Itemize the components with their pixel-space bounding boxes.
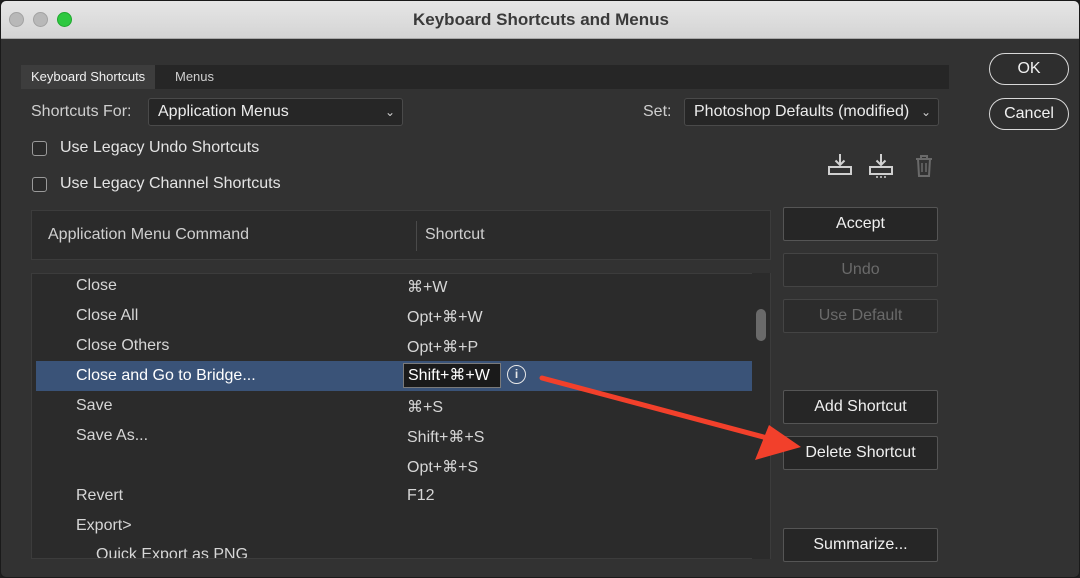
row-shortcut: Opt+⌘+P: [407, 339, 479, 356]
tab-keyboard-shortcuts[interactable]: Keyboard Shortcuts: [21, 65, 156, 89]
table-row[interactable]: Opt+⌘+S: [36, 451, 752, 481]
table-row[interactable]: Quick Export as PNG: [36, 540, 752, 559]
delete-shortcut-button[interactable]: Delete Shortcut: [783, 436, 938, 470]
set-value: Photoshop Defaults (modified): [694, 103, 910, 120]
shortcuts-for-select[interactable]: Application Menus ⌄: [148, 98, 403, 126]
window-title: Keyboard Shortcuts and Menus: [413, 10, 669, 29]
info-icon[interactable]: i: [507, 365, 526, 384]
undo-button[interactable]: Undo: [783, 253, 938, 287]
row-command: Export>: [76, 517, 132, 534]
row-shortcut: ⌘+S: [407, 399, 444, 416]
row-shortcut: Opt+⌘+S: [407, 459, 479, 476]
cancel-button[interactable]: Cancel: [989, 98, 1069, 130]
table-row-selected[interactable]: Close and Go to Bridge... Shift+⌘+W i: [36, 361, 752, 391]
row-command: Close All: [76, 307, 139, 324]
table-row[interactable]: Export>: [36, 511, 752, 541]
row-command: Close and Go to Bridge...: [76, 367, 256, 384]
scrollbar-thumb[interactable]: [756, 309, 766, 341]
list-scrollbar[interactable]: [752, 273, 770, 559]
table-row[interactable]: Revert F12: [36, 481, 752, 511]
set-select[interactable]: Photoshop Defaults (modified) ⌄: [684, 98, 939, 126]
row-shortcut: Opt+⌘+W: [407, 309, 483, 326]
table-row[interactable]: Close Others Opt+⌘+P: [36, 331, 752, 361]
dialog-window: Keyboard Shortcuts and Menus Keyboard Sh…: [0, 0, 1080, 578]
row-command: Save: [76, 397, 113, 414]
use-default-button[interactable]: Use Default: [783, 299, 938, 333]
legacy-undo-checkbox[interactable]: [32, 141, 47, 156]
accept-button[interactable]: Accept: [783, 207, 938, 241]
chevron-down-icon: ⌄: [920, 105, 931, 119]
shortcuts-for-label: Shortcuts For:: [31, 103, 132, 120]
shortcut-edit-field[interactable]: Shift+⌘+W: [403, 363, 501, 388]
summarize-button[interactable]: Summarize...: [783, 528, 938, 562]
save-set-icon[interactable]: [827, 152, 853, 178]
save-set-as-icon[interactable]: [868, 152, 894, 178]
table-row[interactable]: Close ⌘+W: [36, 274, 752, 301]
column-divider: [416, 221, 417, 251]
add-shortcut-button[interactable]: Add Shortcut: [783, 390, 938, 424]
table-row[interactable]: Close All Opt+⌘+W: [36, 301, 752, 331]
table-header: Application Menu Command Shortcut: [31, 210, 771, 260]
legacy-channel-checkbox[interactable]: [32, 177, 47, 192]
row-command: Close Others: [76, 337, 170, 354]
legacy-undo-label: Use Legacy Undo Shortcuts: [60, 139, 260, 156]
column-command-header[interactable]: Application Menu Command: [48, 226, 249, 244]
tab-menus[interactable]: Menus: [165, 65, 224, 89]
ok-button[interactable]: OK: [989, 53, 1069, 85]
row-command: Save As...: [76, 427, 149, 444]
shortcuts-for-value: Application Menus: [158, 103, 289, 120]
column-shortcut-header[interactable]: Shortcut: [425, 226, 485, 244]
row-shortcut: ⌘+W: [407, 279, 448, 296]
row-command: Revert: [76, 487, 124, 504]
set-label: Set:: [643, 103, 672, 120]
row-shortcut: F12: [407, 487, 435, 504]
chevron-down-icon: ⌄: [384, 105, 395, 119]
legacy-channel-label: Use Legacy Channel Shortcuts: [60, 175, 281, 192]
shortcut-list: Close ⌘+W Close All Opt+⌘+W Close Others…: [31, 273, 771, 559]
table-row[interactable]: Save ⌘+S: [36, 391, 752, 421]
row-shortcut: Shift+⌘+S: [407, 429, 485, 446]
row-command: Close: [76, 277, 117, 294]
trash-icon[interactable]: [911, 153, 937, 179]
row-command: Quick Export as PNG: [96, 546, 249, 559]
table-row[interactable]: Save As... Shift+⌘+S: [36, 421, 752, 451]
tab-bar: Keyboard Shortcuts Menus: [21, 65, 949, 89]
title-bar: Keyboard Shortcuts and Menus: [1, 1, 1079, 39]
